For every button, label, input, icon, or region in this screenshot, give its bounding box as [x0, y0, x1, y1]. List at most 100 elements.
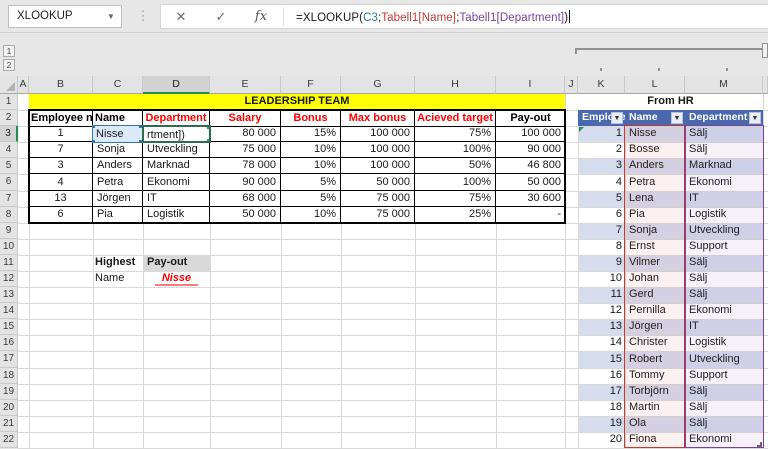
row-header-4[interactable]: 4 — [0, 142, 18, 158]
fill-handle[interactable] — [207, 139, 209, 141]
cell-K10[interactable]: 8 — [578, 239, 625, 255]
hr-header-cell-K[interactable]: Employe ▼ — [578, 110, 625, 126]
cell-H3[interactable]: 75% — [415, 126, 496, 142]
row-header-2[interactable]: 2 — [0, 110, 18, 126]
row-header-17[interactable]: 17 — [0, 351, 18, 368]
cell-E3[interactable]: 80 000 — [210, 126, 281, 142]
cell-K8[interactable]: 6 — [578, 207, 625, 223]
hr-header-cell-L[interactable]: Name ▼ — [625, 110, 685, 126]
column-header-I[interactable]: I — [496, 76, 565, 94]
cell-I7[interactable]: 30 600 — [496, 191, 565, 207]
hr-header-cell-M[interactable]: Department ▼ — [685, 110, 763, 126]
leadership-header-cell[interactable]: Acieved target — [415, 111, 496, 127]
range-handle[interactable] — [207, 127, 209, 129]
cell-I6[interactable]: 50 000 — [496, 174, 565, 191]
cell-K3[interactable]: 1 — [578, 126, 625, 142]
cell-F7[interactable]: 5% — [281, 191, 341, 207]
cell-D5[interactable]: Marknad — [143, 158, 210, 174]
hr-title-cell[interactable]: From HR — [578, 94, 763, 110]
cell-E7[interactable]: 68 000 — [210, 191, 281, 207]
cell-D4[interactable]: Utveckling — [143, 142, 210, 158]
cell-B3[interactable]: 1 — [29, 126, 93, 142]
payout-label-cell[interactable]: Pay-out — [143, 255, 210, 271]
row-header-1[interactable]: 1 — [0, 94, 18, 110]
cell-E8[interactable]: 50 000 — [210, 207, 281, 223]
column-header-C[interactable]: C — [93, 76, 143, 94]
row-header-22[interactable]: 22 — [0, 432, 18, 448]
cell-H5[interactable]: 50% — [415, 158, 496, 174]
column-header-A[interactable]: A — [18, 76, 29, 94]
row-header-10[interactable]: 10 — [0, 239, 18, 255]
cell-B6[interactable]: 4 — [29, 174, 93, 191]
column-header-K[interactable]: K — [578, 76, 625, 94]
cell-C4[interactable]: Sonja — [93, 142, 143, 158]
cell-K19[interactable]: 17 — [578, 384, 625, 400]
range-handle[interactable] — [93, 140, 95, 142]
cell-K18[interactable]: 16 — [578, 368, 625, 384]
cell-C6[interactable]: Petra — [93, 174, 143, 191]
leadership-header-cell[interactable]: Pay-out — [496, 111, 565, 127]
cell-E5[interactable]: 78 000 — [210, 158, 281, 174]
row-header-12[interactable]: 12 — [0, 271, 18, 287]
cell-C7[interactable]: Jörgen — [93, 191, 143, 207]
cell-C3-reference-highlight[interactable]: Nisse — [92, 125, 144, 143]
cell-D6[interactable]: Ekonomi — [143, 174, 210, 191]
row-header-11[interactable]: 11 — [0, 255, 18, 271]
cell-K14[interactable]: 12 — [578, 303, 625, 319]
column-header-G[interactable]: G — [341, 76, 415, 94]
row-header-6[interactable]: 6 — [0, 174, 18, 191]
row-header-3[interactable]: 3 — [0, 126, 18, 142]
row-header-15[interactable]: 15 — [0, 319, 18, 335]
highest-label-cell[interactable]: Highest — [93, 255, 143, 271]
row-header-5[interactable]: 5 — [0, 158, 18, 174]
row-header-8[interactable]: 8 — [0, 207, 18, 223]
cell-F6[interactable]: 5% — [281, 174, 341, 191]
leadership-header-cell[interactable]: Bonus — [281, 111, 341, 127]
cell-F8[interactable]: 10% — [281, 207, 341, 223]
column-header-L[interactable]: L — [625, 76, 685, 94]
cell-B7[interactable]: 13 — [29, 191, 93, 207]
cell-K5[interactable]: 3 — [578, 158, 625, 174]
row-header-18[interactable]: 18 — [0, 368, 18, 384]
cell-K12[interactable]: 10 — [578, 271, 625, 287]
cell-G8[interactable]: 75 000 — [341, 207, 415, 223]
range-handle[interactable] — [93, 126, 95, 128]
cell-I4[interactable]: 90 000 — [496, 142, 565, 158]
cell-F4[interactable]: 10% — [281, 142, 341, 158]
cell-K4[interactable]: 2 — [578, 142, 625, 158]
cell-I8[interactable]: - — [496, 207, 565, 223]
cell-D8[interactable]: Logistik — [143, 207, 210, 223]
table-resize-handle[interactable] — [757, 442, 762, 447]
cell-K7[interactable]: 5 — [578, 191, 625, 207]
cell-K13[interactable]: 11 — [578, 287, 625, 303]
cell-G7[interactable]: 75 000 — [341, 191, 415, 207]
cell-K6[interactable]: 4 — [578, 174, 625, 191]
cell-K22[interactable]: 20 — [578, 432, 625, 448]
leadership-header-cell[interactable]: Max bonus — [341, 111, 415, 127]
cell-H7[interactable]: 75% — [415, 191, 496, 207]
column-header-H[interactable]: H — [415, 76, 496, 94]
row-header-7[interactable]: 7 — [0, 191, 18, 207]
column-header-E[interactable]: E — [210, 76, 281, 94]
cell-I5[interactable]: 46 800 — [496, 158, 565, 174]
cell-I3[interactable]: 100 000 — [496, 126, 565, 142]
row-header-14[interactable]: 14 — [0, 303, 18, 319]
filter-dropdown-icon[interactable]: ▼ — [671, 112, 683, 124]
cell-K11[interactable]: 9 — [578, 255, 625, 271]
column-header-M[interactable]: M — [685, 76, 763, 94]
cell-K15[interactable]: 13 — [578, 319, 625, 335]
cell-G5[interactable]: 100 000 — [341, 158, 415, 174]
cell-H6[interactable]: 100% — [415, 174, 496, 191]
cell-D3-editing[interactable]: rtment]) — [142, 125, 211, 143]
cell-G3[interactable]: 100 000 — [341, 126, 415, 142]
column-header-D[interactable]: D — [143, 76, 210, 94]
cell-E4[interactable]: 75 000 — [210, 142, 281, 158]
leadership-title-cell[interactable]: LEADERSHIP TEAM — [29, 94, 565, 110]
cell-G4[interactable]: 100 000 — [341, 142, 415, 158]
select-all-corner[interactable] — [0, 76, 18, 94]
cell-E6[interactable]: 90 000 — [210, 174, 281, 191]
row-header-16[interactable]: 16 — [0, 335, 18, 351]
filter-dropdown-icon[interactable]: ▼ — [749, 112, 761, 124]
cell-G6[interactable]: 50 000 — [341, 174, 415, 191]
cell-K20[interactable]: 18 — [578, 400, 625, 416]
